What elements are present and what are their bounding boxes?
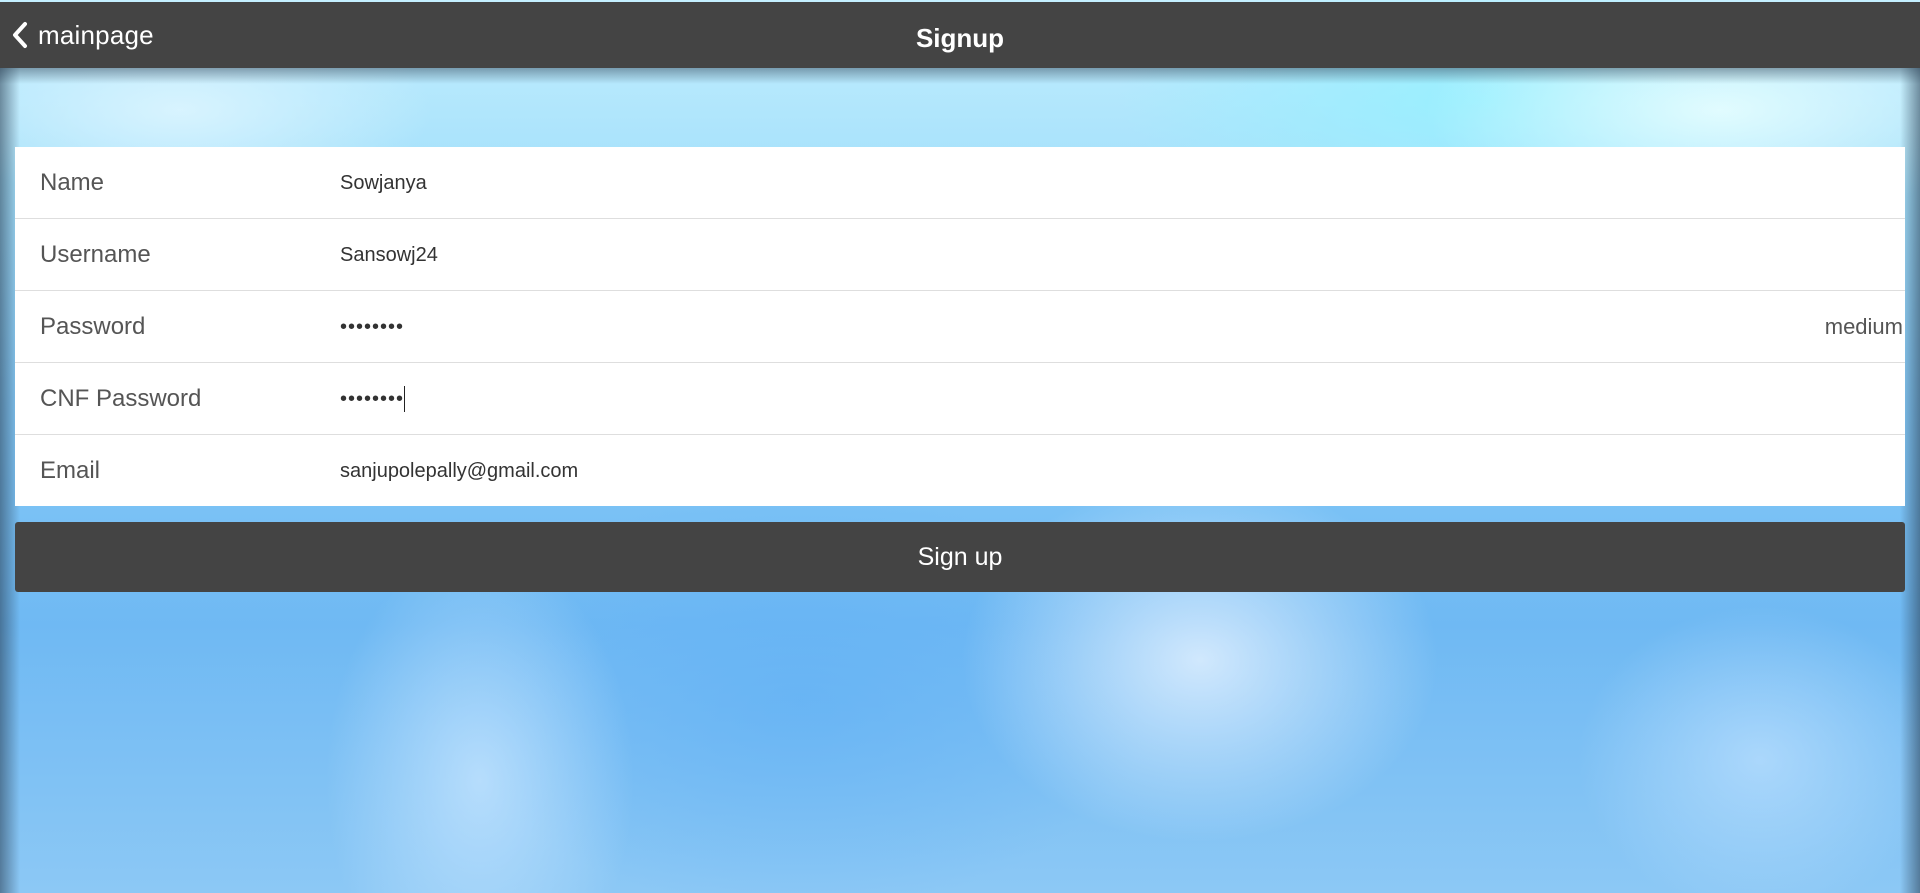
username-row: Username Sansowj24 <box>15 219 1905 291</box>
name-label: Name <box>40 168 105 196</box>
background-shadow-top <box>0 68 1920 84</box>
signup-form: Name Sowjanya Username Sansowj24 Passwor… <box>15 147 1905 506</box>
name-input[interactable]: Sowjanya <box>340 163 1640 203</box>
confirm-password-label: CNF Password <box>40 384 202 412</box>
username-input[interactable]: Sansowj24 <box>340 235 1640 275</box>
page-title: Signup <box>915 23 1005 53</box>
email-row: Email sanjupolepally@gmail.com <box>15 435 1905 506</box>
password-strength-indicator: medium <box>1824 313 1903 339</box>
signup-button[interactable]: Sign up <box>15 522 1905 592</box>
email-input[interactable]: sanjupolepally@gmail.com <box>340 451 1640 491</box>
text-cursor <box>404 386 406 413</box>
password-label: Password <box>40 312 146 340</box>
confirm-password-value: •••••••• <box>340 387 405 410</box>
password-row: Password •••••••• medium <box>15 291 1905 363</box>
email-label: Email <box>40 456 101 484</box>
navigation-bar: mainpage Signup <box>0 2 1920 68</box>
username-label: Username <box>40 240 151 268</box>
confirm-password-input[interactable]: •••••••• <box>340 379 1640 419</box>
name-row: Name Sowjanya <box>15 147 1905 219</box>
confirm-password-row: CNF Password •••••••• <box>15 363 1905 435</box>
password-input[interactable]: •••••••• <box>340 307 1640 347</box>
